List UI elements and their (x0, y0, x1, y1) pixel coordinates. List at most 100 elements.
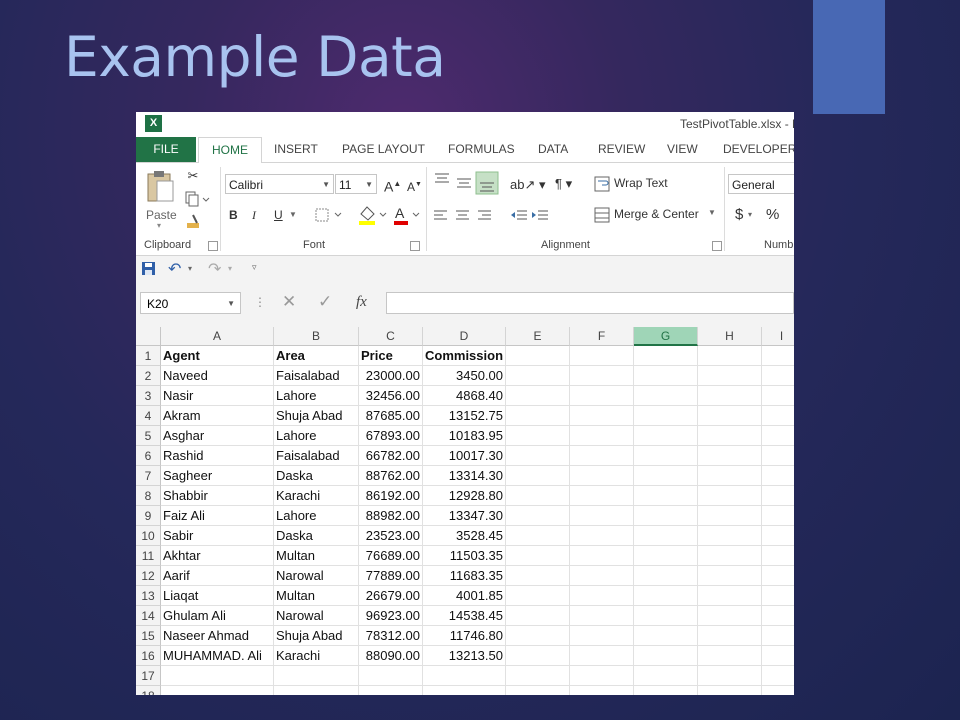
empty-cell[interactable] (570, 466, 634, 486)
row-header[interactable]: 5 (136, 426, 161, 446)
data-cell[interactable]: 87685.00 (359, 406, 423, 426)
empty-cell[interactable] (634, 366, 698, 386)
data-cell[interactable]: Liaqat (161, 586, 274, 606)
empty-cell[interactable] (506, 566, 570, 586)
empty-cell[interactable] (570, 426, 634, 446)
data-cell[interactable]: Karachi (274, 486, 359, 506)
tab-view[interactable]: VIEW (667, 137, 698, 162)
tab-page-layout[interactable]: PAGE LAYOUT (342, 137, 425, 162)
empty-cell[interactable] (634, 446, 698, 466)
customize-qat-icon[interactable]: ▿ (252, 262, 257, 273)
empty-cell[interactable] (698, 486, 762, 506)
empty-cell[interactable] (698, 606, 762, 626)
data-cell[interactable]: 4001.85 (423, 586, 506, 606)
data-cell[interactable]: 86192.00 (359, 486, 423, 506)
font-size-select[interactable]: 11 ▼ (335, 174, 377, 194)
empty-cell[interactable] (698, 646, 762, 666)
empty-cell[interactable] (506, 466, 570, 486)
chevron-down-icon[interactable]: ▾ (228, 264, 232, 273)
empty-cell[interactable] (634, 406, 698, 426)
empty-cell[interactable] (762, 506, 794, 526)
data-cell[interactable]: Sabir (161, 526, 274, 546)
row-header[interactable]: 2 (136, 366, 161, 386)
empty-cell[interactable] (506, 586, 570, 606)
empty-cell[interactable] (762, 566, 794, 586)
empty-cell[interactable] (570, 566, 634, 586)
empty-cell[interactable] (634, 466, 698, 486)
row-header[interactable]: 6 (136, 446, 161, 466)
empty-cell[interactable] (634, 566, 698, 586)
empty-cell[interactable] (762, 646, 794, 666)
empty-cell[interactable] (570, 606, 634, 626)
empty-cell[interactable] (570, 386, 634, 406)
empty-cell[interactable] (570, 586, 634, 606)
empty-cell[interactable] (506, 506, 570, 526)
empty-cell[interactable] (570, 546, 634, 566)
empty-cell[interactable] (359, 666, 423, 686)
empty-cell[interactable] (506, 606, 570, 626)
copy-icon[interactable] (185, 191, 211, 207)
empty-cell[interactable] (698, 506, 762, 526)
data-cell[interactable]: Nasir (161, 386, 274, 406)
column-header-b[interactable]: B (274, 327, 359, 346)
data-cell[interactable]: 26679.00 (359, 586, 423, 606)
chevron-down-icon[interactable]: ▼ (289, 206, 297, 224)
empty-cell[interactable] (762, 466, 794, 486)
row-header[interactable]: 10 (136, 526, 161, 546)
empty-cell[interactable] (634, 346, 698, 366)
enter-icon[interactable]: ✓ (318, 292, 332, 312)
empty-cell[interactable] (570, 506, 634, 526)
data-cell[interactable]: 13213.50 (423, 646, 506, 666)
data-cell[interactable]: 3528.45 (423, 526, 506, 546)
row-header[interactable]: 9 (136, 506, 161, 526)
empty-cell[interactable] (359, 686, 423, 695)
empty-cell[interactable] (570, 626, 634, 646)
font-name-select[interactable]: Calibri ▼ (225, 174, 334, 194)
data-cell[interactable]: Narowal (274, 566, 359, 586)
data-cell[interactable]: Faisalabad (274, 446, 359, 466)
chevron-down-icon[interactable]: ▾ (188, 264, 192, 273)
column-header-a[interactable]: A (161, 327, 274, 346)
row-header[interactable]: 11 (136, 546, 161, 566)
number-format-select[interactable]: General (728, 174, 794, 194)
tab-insert[interactable]: INSERT (274, 137, 318, 162)
empty-cell[interactable] (506, 346, 570, 366)
tab-home[interactable]: HOME (198, 137, 262, 164)
empty-cell[interactable] (634, 666, 698, 686)
empty-cell[interactable] (634, 486, 698, 506)
empty-cell[interactable] (762, 606, 794, 626)
text-direction-icon[interactable]: ¶ ▾ (555, 176, 572, 192)
data-cell[interactable]: 13152.75 (423, 406, 506, 426)
data-cell[interactable]: 12928.80 (423, 486, 506, 506)
italic-button[interactable]: I (252, 206, 256, 224)
empty-cell[interactable] (506, 486, 570, 506)
cut-icon[interactable]: ✂ (184, 167, 202, 185)
empty-cell[interactable] (634, 686, 698, 695)
empty-cell[interactable] (762, 486, 794, 506)
data-cell[interactable]: Daska (274, 526, 359, 546)
empty-cell[interactable] (698, 426, 762, 446)
empty-cell[interactable] (634, 626, 698, 646)
row-header[interactable]: 8 (136, 486, 161, 506)
empty-cell[interactable] (506, 686, 570, 695)
empty-cell[interactable] (506, 406, 570, 426)
data-cell[interactable]: 13314.30 (423, 466, 506, 486)
font-launcher-icon[interactable] (410, 241, 420, 251)
borders-icon[interactable] (315, 208, 345, 222)
row-header[interactable]: 12 (136, 566, 161, 586)
tab-file[interactable]: FILE (136, 137, 196, 162)
data-cell[interactable]: Faisalabad (274, 366, 359, 386)
empty-cell[interactable] (570, 526, 634, 546)
column-header-i[interactable]: I (762, 327, 794, 346)
data-cell[interactable]: Shuja Abad (274, 626, 359, 646)
data-cell[interactable]: MUHAMMAD. Ali (161, 646, 274, 666)
alignment-launcher-icon[interactable] (712, 241, 722, 251)
empty-cell[interactable] (570, 406, 634, 426)
empty-cell[interactable] (634, 506, 698, 526)
column-header-f[interactable]: F (570, 327, 634, 346)
data-cell[interactable]: Shuja Abad (274, 406, 359, 426)
empty-cell[interactable] (423, 666, 506, 686)
empty-cell[interactable] (161, 686, 274, 695)
empty-cell[interactable] (634, 526, 698, 546)
data-cell[interactable]: 23000.00 (359, 366, 423, 386)
